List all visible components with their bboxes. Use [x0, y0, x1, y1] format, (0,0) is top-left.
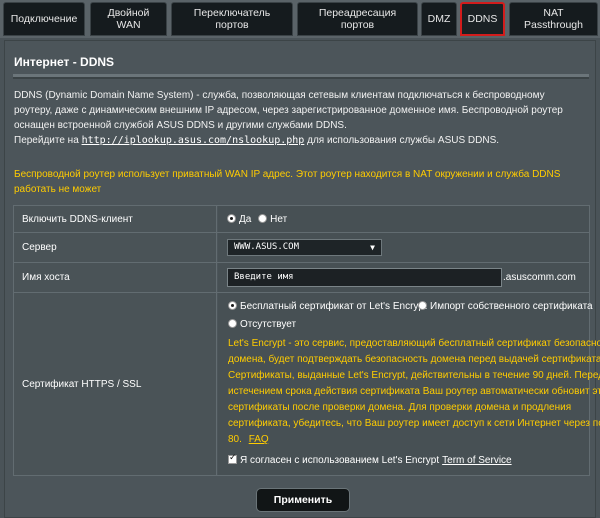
apply-button[interactable]: Применить — [256, 488, 350, 512]
tab-label-line1: Переадресация — [318, 7, 397, 19]
cert-free-radio[interactable]: Бесплатный сертификат от Let's Encrypt — [228, 301, 427, 312]
tab-label-line2: Passthrough — [524, 19, 583, 31]
cert-desc-line: истечением срока действия сертификата Ва… — [228, 386, 600, 397]
agree-label: Я согласен с использованием Let's Encryp… — [240, 455, 440, 466]
ddns-panel: Интернет - DDNS DDNS (Dynamic Domain Nam… — [4, 40, 600, 518]
cert-none-radio[interactable]: Отсутствует — [228, 319, 296, 330]
cert-free-label: Бесплатный сертификат от Let's Encrypt — [240, 301, 427, 312]
enable-ddns-options: Да Нет — [227, 214, 287, 225]
cert-import-radio[interactable]: Импорт собственного сертификата — [418, 301, 593, 312]
tab-dmz[interactable]: DMZ — [421, 2, 457, 36]
link-prefix: Перейдите на — [14, 135, 79, 146]
warning-line: работать не может — [14, 184, 102, 195]
hostname-value: Введите имя .asuscomm.com — [218, 263, 589, 292]
enable-no-label: Нет — [270, 214, 288, 225]
tab-label-line2: WAN — [116, 19, 141, 31]
description-line: роутеру, даже с динамическим внешним IP … — [14, 105, 563, 116]
enable-ddns-value: Да Нет — [218, 206, 589, 232]
tab-label: DMZ — [427, 13, 451, 25]
description-line: оснащен встроенной службой ASUS DDNS и д… — [14, 120, 347, 131]
cert-desc-last-line: 80. FAQ — [228, 432, 588, 448]
nat-warning: Беспроводной роутер использует приватный… — [14, 167, 584, 197]
cert-desc-line: сертификаты после проверки домена. Для п… — [228, 402, 572, 413]
tab-dual-wan[interactable]: Двойной WAN — [90, 2, 167, 36]
iplookup-link[interactable]: http://iplookup.asus.com/nslookup.php — [82, 135, 305, 146]
row-https-cert: Сертификат HTTPS / SSL Бесплатный сертиф… — [13, 292, 600, 476]
hostname-input[interactable]: Введите имя — [227, 268, 502, 287]
server-selected: WWW.ASUS.COM — [234, 242, 300, 252]
enable-ddns-label: Включить DDNS-клиент — [14, 206, 217, 232]
server-label: Сервер — [14, 233, 217, 262]
tab-label-line2: портов — [340, 19, 375, 31]
tab-bar: Подключение Двойной WAN Переключатель по… — [0, 0, 600, 38]
tab-nat-passthrough[interactable]: NAT Passthrough — [509, 2, 598, 36]
dropdown-arrow-icon: ▼ — [370, 243, 375, 252]
tab-label: DDNS — [467, 13, 498, 25]
enable-yes-label: Да — [239, 214, 252, 225]
cert-desc-line: домена, будет подтверждать безопасность … — [228, 354, 600, 365]
https-cert-label: Сертификат HTTPS / SSL — [14, 293, 217, 475]
radio-icon — [258, 214, 268, 223]
row-enable-ddns: Включить DDNS-клиент Да Нет — [13, 205, 590, 233]
tab-port-forwarding[interactable]: Переадресация портов — [297, 2, 418, 36]
row-hostname: Имя хоста Введите имя .asuscomm.com — [13, 262, 590, 293]
hostname-suffix: .asuscomm.com — [503, 272, 576, 283]
radio-icon — [227, 214, 236, 223]
radio-icon — [418, 301, 427, 310]
radio-icon — [228, 319, 237, 328]
cert-desc-line: Let's Encrypt - это сервис, предоставляю… — [228, 338, 600, 349]
tab-label-line1: NAT — [543, 7, 564, 19]
tab-ddns[interactable]: DDNS — [460, 2, 505, 36]
link-line: Перейдите на http://iplookup.asus.com/ns… — [14, 133, 584, 148]
cert-desc-line: 80. — [228, 434, 242, 445]
description: DDNS (Dynamic Domain Name System) - служ… — [14, 88, 584, 148]
cert-desc-line: Сертификаты, выданные Let's Encrypt, дей… — [228, 370, 600, 381]
server-select[interactable]: WWW.ASUS.COM ▼ — [227, 239, 382, 256]
agree-checkbox-row[interactable]: Я согласен с использованием Let's Encryp… — [228, 453, 512, 466]
cert-import-label: Импорт собственного сертификата — [430, 301, 593, 312]
page-title: Интернет - DDNS — [14, 55, 115, 69]
warning-line: Беспроводной роутер использует приватный… — [14, 169, 561, 180]
terms-of-service-link[interactable]: Term of Service — [442, 455, 511, 466]
server-value: WWW.ASUS.COM ▼ — [218, 233, 589, 262]
tab-label: Подключение — [10, 13, 78, 25]
faq-link[interactable]: FAQ — [249, 434, 269, 445]
row-server: Сервер WWW.ASUS.COM ▼ — [13, 232, 590, 263]
cert-none-label: Отсутствует — [240, 319, 297, 330]
title-divider-shadow — [13, 77, 589, 79]
enable-yes-radio[interactable]: Да — [227, 214, 251, 225]
description-line: DDNS (Dynamic Domain Name System) - служ… — [14, 90, 545, 101]
https-cert-value: Бесплатный сертификат от Let's Encrypt И… — [218, 293, 600, 475]
cert-desc-line: сертификата, убедитесь, что Ваш роутер и… — [228, 418, 600, 429]
agree-checkbox[interactable] — [228, 453, 237, 464]
link-suffix: для использования службы ASUS DDNS. — [307, 135, 500, 146]
letsencrypt-description: Let's Encrypt - это сервис, предоставляю… — [228, 336, 600, 448]
tab-connection[interactable]: Подключение — [3, 2, 85, 36]
tab-label-line2: портов — [215, 19, 249, 31]
radio-icon — [228, 301, 237, 310]
tab-port-switch[interactable]: Переключатель портов — [171, 2, 293, 36]
tab-label-line1: Переключатель — [193, 7, 271, 19]
hostname-label: Имя хоста — [14, 263, 217, 292]
enable-no-radio[interactable]: Нет — [258, 214, 287, 225]
tab-label-line1: Двойной — [107, 7, 150, 19]
